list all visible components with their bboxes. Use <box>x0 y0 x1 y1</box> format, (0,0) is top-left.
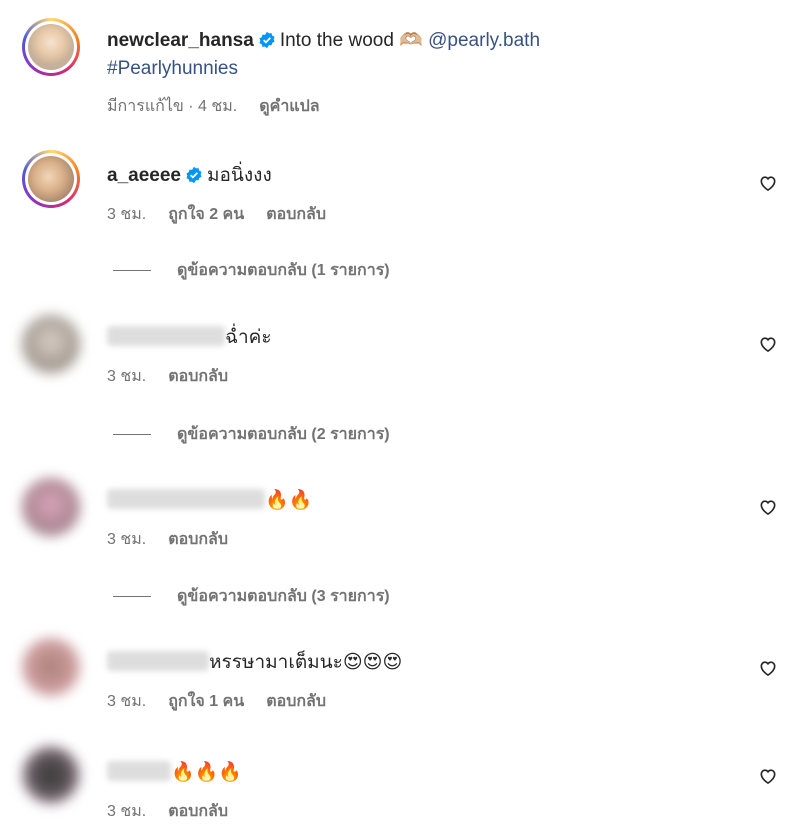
divider-line <box>113 596 151 598</box>
comment-avatar[interactable] <box>22 315 80 373</box>
reply-button[interactable]: ตอบกลับ <box>266 693 326 710</box>
comment-time[interactable]: 3 ชม. <box>107 803 146 820</box>
comment-text: 🔥🔥 <box>265 489 313 511</box>
verified-badge-icon <box>259 31 275 49</box>
comment-username[interactable]: a_aeeee <box>107 165 181 186</box>
comment-time[interactable]: 3 ชม. <box>107 206 146 223</box>
comment-text: มอนิ่งงง <box>206 165 272 186</box>
heart-outline-icon[interactable] <box>758 658 778 678</box>
divider-line <box>113 270 151 272</box>
heart-outline-icon[interactable] <box>758 497 778 517</box>
comment-likes[interactable]: ถูกใจ 2 คน <box>168 206 244 223</box>
comment-username-blurred[interactable] <box>107 651 209 671</box>
comment-text: 🔥🔥🔥 <box>171 761 242 783</box>
comment-avatar[interactable] <box>22 638 80 696</box>
comment-time[interactable]: 3 ชม. <box>107 368 146 385</box>
comment-time[interactable]: 3 ชม. <box>107 693 146 710</box>
view-replies-button[interactable]: ดูข้อความตอบกลับ (3 รายการ) <box>113 586 390 608</box>
caption-edited-time: มีการแก้ไข · 4 ชม. <box>107 98 238 115</box>
heart-outline-icon[interactable] <box>758 334 778 354</box>
comment-text: ฉ่ำค่ะ <box>225 327 272 348</box>
translate-button[interactable]: ดูคำแปล <box>259 98 319 115</box>
comment-username-blurred[interactable] <box>107 489 265 509</box>
divider-line <box>113 434 151 436</box>
comment-username-blurred[interactable] <box>107 761 171 781</box>
caption-username[interactable]: newclear_hansa <box>107 30 254 51</box>
caption-hashtag-link[interactable]: #Pearlyhunnies <box>107 58 238 79</box>
view-replies-button[interactable]: ดูข้อความตอบกลับ (1 รายการ) <box>113 260 390 282</box>
view-replies-button[interactable]: ดูข้อความตอบกลับ (2 รายการ) <box>113 424 390 446</box>
comment-username-blurred[interactable] <box>107 326 225 346</box>
verified-badge-icon <box>186 166 202 184</box>
comment-time[interactable]: 3 ชม. <box>107 531 146 548</box>
heart-outline-icon[interactable] <box>758 173 778 193</box>
comment-likes[interactable]: ถูกใจ 1 คน <box>168 693 244 710</box>
caption-avatar[interactable] <box>22 18 80 76</box>
comment-avatar[interactable] <box>22 478 80 536</box>
heart-outline-icon[interactable] <box>758 766 778 786</box>
caption-text: Into the wood 🫶🏼 <box>279 30 423 51</box>
comment-text: หรรษามาเต็มนะ😍😍😍 <box>209 651 403 673</box>
comment-avatar[interactable] <box>22 150 80 208</box>
reply-button[interactable]: ตอบกลับ <box>168 368 228 385</box>
reply-button[interactable]: ตอบกลับ <box>168 803 228 820</box>
caption-mention-link[interactable]: @pearly.bath <box>428 30 540 51</box>
comment-avatar[interactable] <box>22 746 80 804</box>
reply-button[interactable]: ตอบกลับ <box>168 531 228 548</box>
reply-button[interactable]: ตอบกลับ <box>266 206 326 223</box>
